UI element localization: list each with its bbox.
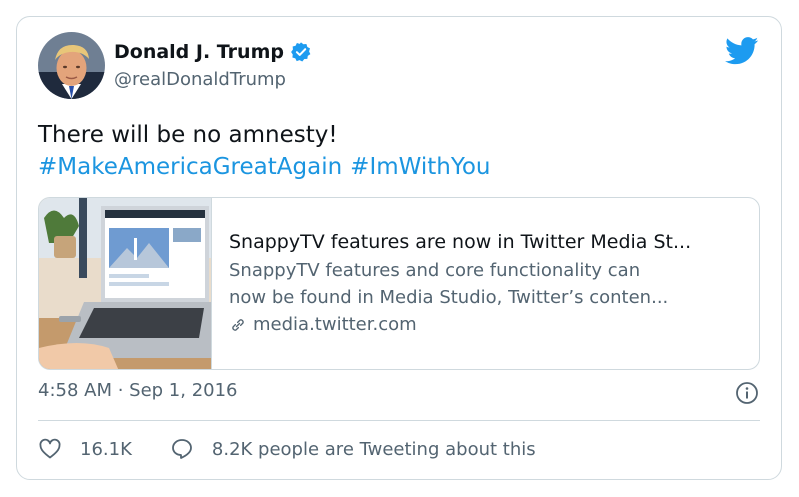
hashtag-link[interactable]: #ImWithYou <box>350 154 490 180</box>
heart-icon <box>39 438 61 459</box>
link-preview-card[interactable]: SnappyTV features are now in Twitter Med… <box>38 197 760 370</box>
link-title[interactable]: SnappyTV features are now in Twitter Med… <box>229 230 749 254</box>
like-count: 16.1K <box>80 438 132 460</box>
hashtag-link[interactable]: #MakeAmericaGreatAgain <box>38 154 342 180</box>
avatar[interactable] <box>38 32 105 99</box>
tweet-timestamp[interactable]: 4:58 AM · Sep 1, 2016 <box>38 380 238 401</box>
speech-bubble-icon <box>171 439 192 459</box>
link-text: SnappyTV features are now in Twitter Med… <box>229 230 749 338</box>
tweet-card[interactable]: Donald J. Trump @realDonaldTrump There w… <box>16 16 782 480</box>
link-domain-row: media.twitter.com <box>229 312 749 338</box>
author-handle[interactable]: @realDonaldTrump <box>114 69 286 90</box>
hashtags: #MakeAmericaGreatAgain #ImWithYou <box>38 151 499 183</box>
author-row: Donald J. Trump <box>114 41 312 63</box>
tweet-text: There will be no amnesty! #MakeAmericaGr… <box>38 119 499 183</box>
link-domain[interactable]: media.twitter.com <box>253 312 417 338</box>
author-name[interactable]: Donald J. Trump <box>114 41 284 63</box>
tweeting-about-button[interactable]: 8.2K people are Tweeting about this <box>170 437 536 461</box>
tweeting-about-text: 8.2K people are Tweeting about this <box>211 438 536 460</box>
link-description-line: SnappyTV features and core functionality… <box>229 260 641 281</box>
info-icon[interactable] <box>735 381 759 405</box>
link-description-line: now be found in Media Studio, Twitter’s … <box>229 287 669 308</box>
link-description: SnappyTV features and core functionality… <box>229 257 749 311</box>
link-thumbnail <box>39 198 212 369</box>
tweet-actions: 16.1K 8.2K people are Tweeting about thi… <box>38 437 536 461</box>
tweet-body: There will be no amnesty! <box>38 122 338 148</box>
divider <box>38 420 760 421</box>
twitter-bird-icon[interactable] <box>725 37 759 65</box>
link-icon <box>232 319 244 331</box>
verified-badge-icon <box>291 42 311 62</box>
like-button[interactable]: 16.1K <box>38 437 132 461</box>
